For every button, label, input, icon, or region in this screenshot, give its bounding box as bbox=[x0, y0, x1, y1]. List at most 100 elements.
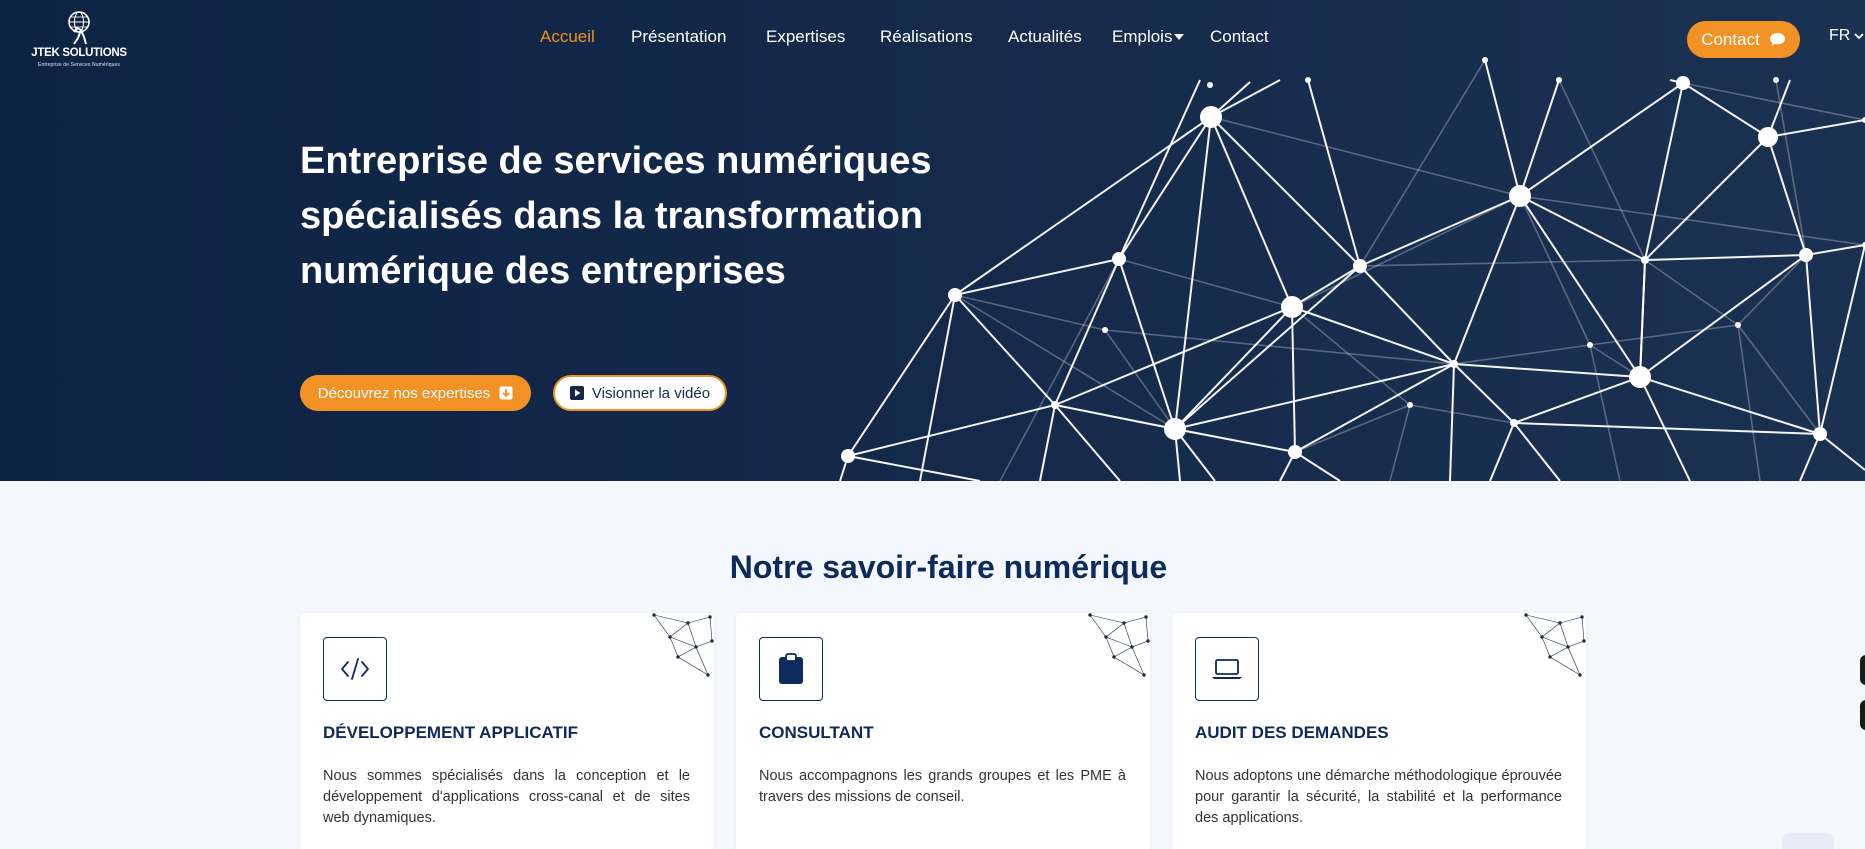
chat-bubble-icon bbox=[1769, 33, 1785, 46]
network-link-faint bbox=[954, 294, 1106, 331]
network-link bbox=[1819, 244, 1865, 435]
logo-tagline: Entreprise de Services Numériques bbox=[38, 62, 120, 68]
watch-video-button[interactable]: Visionner la vidéo bbox=[553, 375, 727, 411]
nav-contact[interactable]: Contact bbox=[1210, 27, 1269, 47]
network-link bbox=[1210, 116, 1293, 308]
discover-expertises-button[interactable]: Découvrez nos expertises bbox=[300, 375, 531, 411]
network-link bbox=[847, 455, 981, 481]
network-link bbox=[1174, 428, 1296, 453]
network-link bbox=[1805, 244, 1865, 256]
network-link-faint bbox=[1519, 195, 1591, 346]
network-link bbox=[1489, 422, 1515, 481]
nav-realisations[interactable]: Réalisations bbox=[880, 27, 973, 47]
nav-presentation[interactable]: Présentation bbox=[631, 27, 726, 47]
card-description: Nous accompagnons les grands groupes et … bbox=[759, 768, 1126, 805]
network-link bbox=[1519, 195, 1641, 378]
network-link-faint bbox=[1359, 259, 1646, 267]
network-link bbox=[1639, 376, 1821, 435]
network-node bbox=[1735, 322, 1741, 328]
service-card[interactable]: AUDIT DES DEMANDES Nous adoptons une dém… bbox=[1172, 613, 1586, 849]
network-link-faint bbox=[1359, 59, 1486, 267]
card-description: Nous sommes spécialisés dans la concepti… bbox=[323, 768, 690, 826]
card-title: DÉVELOPPEMENT APPLICATIF bbox=[323, 723, 579, 742]
hero-title: Entreprise de services numériques spécia… bbox=[300, 134, 1060, 299]
nav-expertises[interactable]: Expertises bbox=[766, 27, 845, 47]
card-icon-frame bbox=[323, 637, 387, 701]
network-link bbox=[1819, 433, 1865, 471]
service-card[interactable]: DÉVELOPPEMENT APPLICATIF Nous sommes spé… bbox=[300, 613, 714, 849]
network-link bbox=[1799, 433, 1821, 481]
network-link-faint bbox=[1294, 404, 1411, 453]
network-link bbox=[1453, 363, 1641, 378]
network-link bbox=[1307, 79, 1361, 267]
network-link bbox=[1449, 363, 1455, 481]
network-link bbox=[847, 404, 1056, 457]
network-link bbox=[1805, 254, 1821, 435]
clipboard-icon bbox=[779, 653, 803, 684]
network-link bbox=[1118, 258, 1176, 430]
network-link bbox=[1513, 422, 1561, 481]
nav-actualites[interactable]: Actualités bbox=[1008, 27, 1082, 47]
network-node bbox=[1813, 427, 1827, 441]
arrow-down-box-icon bbox=[499, 386, 513, 400]
network-decoration bbox=[652, 613, 714, 677]
card-icon-frame bbox=[759, 637, 823, 701]
network-node bbox=[1509, 185, 1531, 207]
network-link bbox=[1294, 451, 1341, 481]
nav-emplois[interactable]: Emplois bbox=[1112, 27, 1185, 47]
network-link bbox=[1291, 306, 1296, 453]
code-icon bbox=[341, 658, 369, 680]
network-node bbox=[1510, 419, 1518, 427]
service-card[interactable]: CONSULTANT Nous accompagnons les grands … bbox=[736, 613, 1150, 849]
network-link bbox=[1644, 82, 1684, 261]
network-link-faint bbox=[1291, 306, 1411, 406]
network-node bbox=[1102, 327, 1108, 333]
network-link bbox=[1519, 79, 1560, 197]
network-link bbox=[1210, 116, 1361, 267]
nav-accueil[interactable]: Accueil bbox=[540, 27, 595, 47]
hero-section: JTEK SOLUTIONS Entreprise de Services Nu… bbox=[0, 0, 1865, 481]
network-node bbox=[1281, 296, 1303, 318]
network-link bbox=[1174, 306, 1293, 430]
network-node bbox=[1773, 77, 1779, 83]
chat-widget[interactable] bbox=[1782, 833, 1834, 849]
network-link bbox=[1291, 265, 1361, 308]
network-node bbox=[1207, 82, 1213, 88]
network-link-faint bbox=[1519, 195, 1865, 246]
network-link bbox=[1513, 376, 1641, 424]
network-node bbox=[1112, 252, 1126, 266]
network-link bbox=[1644, 254, 1807, 261]
chevron-down-icon bbox=[1854, 32, 1864, 39]
globe-person-icon bbox=[68, 11, 90, 45]
nav-emplois-label: Emplois bbox=[1112, 27, 1173, 46]
network-node bbox=[1164, 418, 1186, 440]
network-node bbox=[1051, 401, 1059, 409]
network-node bbox=[1556, 77, 1562, 83]
company-logo[interactable]: JTEK SOLUTIONS Entreprise de Services Nu… bbox=[28, 10, 130, 70]
network-link bbox=[1174, 363, 1455, 430]
network-node bbox=[1450, 360, 1458, 368]
network-link-faint bbox=[1558, 79, 1646, 261]
section-title: Notre savoir-faire numérique bbox=[729, 549, 1168, 585]
network-node bbox=[1758, 127, 1778, 147]
network-link-faint bbox=[1389, 404, 1411, 481]
network-link bbox=[1359, 265, 1455, 365]
side-widget-handle[interactable] bbox=[1860, 655, 1865, 685]
network-link bbox=[1767, 136, 1807, 256]
network-link-faint bbox=[954, 294, 1176, 430]
language-selector[interactable]: FR bbox=[1829, 27, 1864, 45]
network-node bbox=[841, 449, 855, 463]
network-link bbox=[1644, 136, 1769, 261]
logo-name: JTEK SOLUTIONS bbox=[31, 47, 127, 59]
card-title: CONSULTANT bbox=[759, 723, 874, 742]
side-widget-handle[interactable] bbox=[1860, 700, 1865, 730]
contact-button[interactable]: Contact bbox=[1687, 21, 1800, 58]
hero-title-line: spécialisés dans la transformation bbox=[300, 195, 924, 237]
network-link bbox=[1484, 59, 1521, 197]
network-link-faint bbox=[1291, 195, 1521, 308]
network-link-faint bbox=[1737, 254, 1807, 326]
network-node bbox=[1482, 57, 1488, 63]
hero-title-line: numérique des entreprises bbox=[300, 250, 786, 292]
network-node bbox=[1587, 342, 1593, 348]
network-node bbox=[1676, 76, 1690, 90]
